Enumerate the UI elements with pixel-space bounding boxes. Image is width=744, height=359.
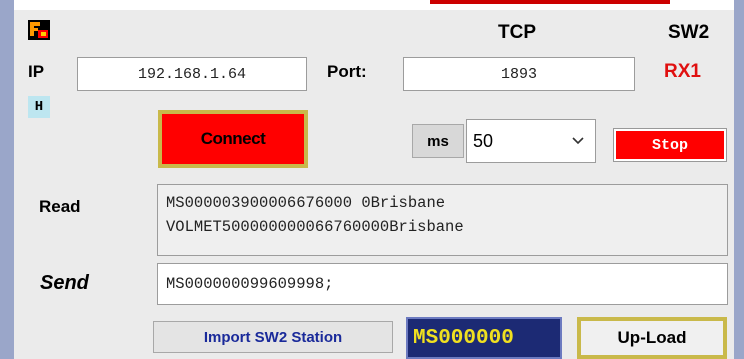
title-strip	[0, 0, 744, 10]
channel-label: RX1	[664, 61, 701, 82]
read-label: Read	[39, 197, 81, 216]
ms-select-value: 50	[473, 130, 494, 151]
station-display: MS000000	[406, 317, 562, 359]
connect-button[interactable]: Connect	[158, 110, 308, 168]
protocol-label: TCP	[498, 22, 536, 43]
chevron-down-icon	[571, 132, 585, 153]
app-logo-icon	[28, 20, 50, 40]
read-box: MS000003900006676000 0Brisbane VOLMET500…	[157, 184, 728, 256]
ip-label: IP	[28, 62, 45, 81]
read-line: MS000003900006676000 0Brisbane	[166, 194, 446, 212]
ms-label: ms	[427, 132, 449, 150]
send-label: Send	[40, 272, 89, 294]
h-badge[interactable]: H	[28, 96, 50, 118]
send-field[interactable]: MS000000099609998;	[157, 263, 728, 305]
ms-select[interactable]: 50	[466, 119, 596, 163]
switch-label: SW2	[668, 22, 710, 43]
upload-button[interactable]: Up-Load	[577, 317, 727, 359]
ms-label-box: ms	[412, 124, 464, 158]
import-sw2-station-button[interactable]: Import SW2 Station	[153, 321, 393, 353]
stop-button[interactable]: Stop	[613, 128, 727, 162]
port-field[interactable]: 1893	[403, 57, 635, 91]
window-frame-right	[734, 0, 744, 359]
ip-field[interactable]: 192.168.1.64	[77, 57, 307, 91]
read-line: VOLMET500000000066760000Brisbane	[166, 218, 464, 236]
window-frame-left	[0, 0, 14, 359]
title-accent-line	[430, 0, 670, 4]
port-label: Port:	[327, 62, 367, 81]
